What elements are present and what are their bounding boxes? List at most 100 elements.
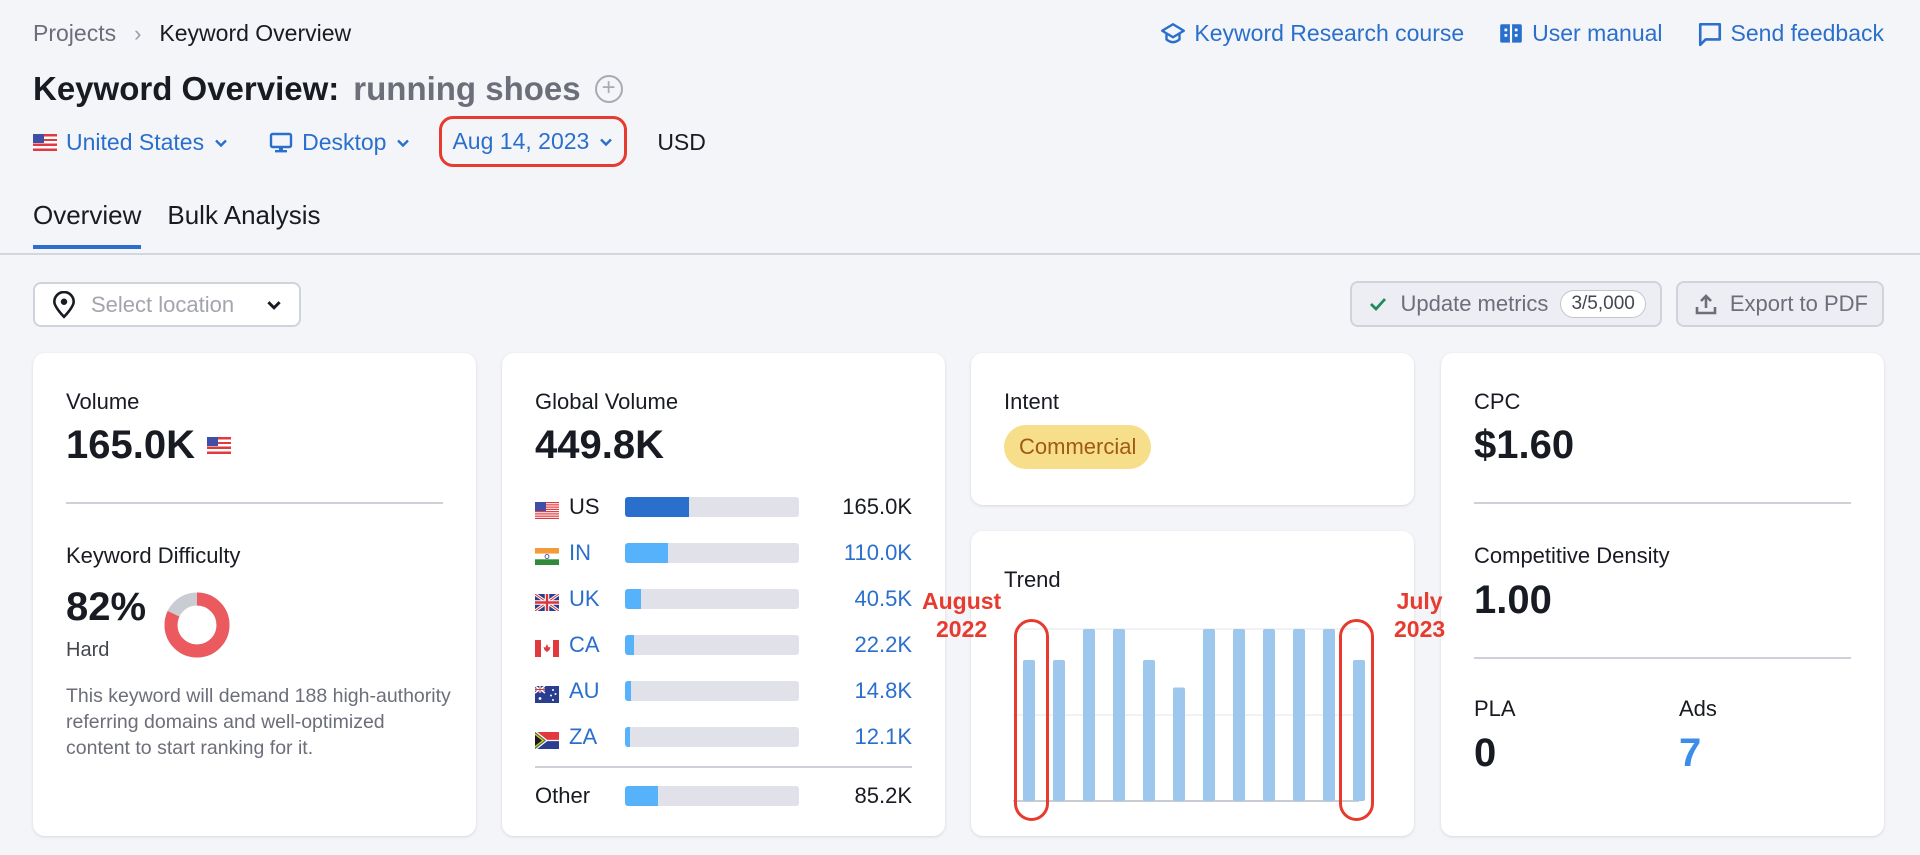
date-label: Aug 14, 2023 xyxy=(452,128,590,154)
export-pdf-label: Export to PDF xyxy=(1729,291,1868,316)
country-volume-value[interactable]: 110.0K xyxy=(844,540,912,566)
device-dropdown[interactable]: Desktop xyxy=(269,129,411,156)
card-divider xyxy=(1474,657,1851,659)
country-volume-bar-fill xyxy=(625,727,630,747)
country-code[interactable]: AU xyxy=(569,678,625,704)
keyword-text: running shoes xyxy=(353,70,581,107)
pla-value: 0 xyxy=(1474,731,1497,775)
intent-label: Intent xyxy=(1004,389,1060,414)
country-volume-list: US 165.0K IN 110.0K UK 40.5K CA 22.2K AU 14.8K ZA 1… xyxy=(534,484,913,760)
country-dropdown[interactable]: United States xyxy=(33,129,229,156)
tabs-divider xyxy=(0,253,1920,255)
difficulty-donut xyxy=(164,592,230,658)
country-volume-value[interactable]: 12.1K xyxy=(855,724,913,750)
upload-icon xyxy=(1695,294,1717,315)
volume-value: 165.0K xyxy=(66,423,195,467)
page-title: Keyword Overview: running shoes + xyxy=(33,70,623,108)
intent-badge: Commercial xyxy=(1004,425,1152,469)
trend-bar-sep-2022[interactable] xyxy=(1053,659,1065,801)
trend-bar-mar-2023[interactable] xyxy=(1233,629,1245,801)
au-flag-icon xyxy=(534,683,559,703)
annotation-start-label: August 2022 xyxy=(922,587,1001,643)
update-metrics-button[interactable]: Update metrics 3/5,000 xyxy=(1350,281,1662,327)
keyword-difficulty-label: Keyword Difficulty xyxy=(66,543,241,568)
global-volume-value: 449.8K xyxy=(535,423,664,467)
global-volume-card: Global Volume 449.8K US 165.0K IN 110.0K UK 4… xyxy=(502,353,945,836)
us-flag-icon xyxy=(206,437,231,454)
country-volume-bar-fill xyxy=(625,543,668,563)
country-code[interactable]: CA xyxy=(569,632,625,658)
tab-bulk-analysis[interactable]: Bulk Analysis xyxy=(167,200,320,249)
country-label: United States xyxy=(66,129,205,155)
page-title-prefix: Keyword Overview: xyxy=(33,70,340,107)
country-code: US xyxy=(569,494,600,519)
country-code[interactable]: ZA xyxy=(569,724,625,750)
location-select[interactable]: Select location xyxy=(33,282,301,327)
other-value: 85.2K xyxy=(854,783,913,808)
intent-card: Intent Commercial xyxy=(971,353,1414,505)
country-volume-value[interactable]: 40.5K xyxy=(855,586,913,612)
currency-label: USD xyxy=(657,129,706,155)
breadcrumb-projects-link[interactable]: Projects xyxy=(33,20,116,47)
annotation-start-line2: 2022 xyxy=(936,616,988,642)
country-volume-value[interactable]: 22.2K xyxy=(855,632,913,658)
trend-bar-jan-2023[interactable] xyxy=(1173,687,1185,801)
ads-label: Ads xyxy=(1679,696,1717,721)
filters-bar: United States Desktop Aug 14, 2023 USD xyxy=(33,116,706,167)
annotation-end-line2: 2023 xyxy=(1394,616,1446,642)
book-icon xyxy=(1500,23,1522,43)
graduation-cap-icon xyxy=(1161,22,1186,43)
country-volume-bar xyxy=(625,497,799,517)
annotation-end-line1: July xyxy=(1396,588,1443,614)
country-volume-value: 165.0K xyxy=(842,494,912,519)
ads-value-link[interactable]: 7 xyxy=(1679,731,1701,776)
difficulty-description: This keyword will demand 188 high-author… xyxy=(66,685,451,759)
trend-bar-may-2023[interactable] xyxy=(1293,629,1305,801)
country-volume-bar xyxy=(625,589,799,609)
country-volume-value[interactable]: 14.8K xyxy=(855,678,913,704)
volume-label: Volume xyxy=(66,389,140,414)
annotation-ring-start xyxy=(1014,619,1049,821)
other-label: Other xyxy=(535,783,591,808)
annotation-start-line1: August xyxy=(922,588,1002,614)
chat-bubble-icon xyxy=(1698,22,1721,46)
trend-bar-dec-2022[interactable] xyxy=(1143,659,1155,801)
user-manual-link[interactable]: User manual xyxy=(1498,20,1663,47)
send-feedback-link[interactable]: Send feedback xyxy=(1697,20,1884,47)
location-placeholder: Select location xyxy=(91,291,235,317)
us-flag-icon xyxy=(33,134,57,151)
trend-bar-oct-2022[interactable] xyxy=(1083,629,1095,801)
trend-bar-apr-2023[interactable] xyxy=(1263,629,1275,801)
in-flag-icon xyxy=(535,545,559,565)
chevron-down-icon xyxy=(600,138,613,146)
date-dropdown[interactable]: Aug 14, 2023 xyxy=(439,116,628,167)
card-divider xyxy=(535,766,912,768)
trend-bar-nov-2022[interactable] xyxy=(1113,629,1125,801)
country-volume-row-ca: CA 22.2K xyxy=(535,622,912,668)
export-pdf-button[interactable]: Export to PDF xyxy=(1675,281,1884,327)
country-volume-row-us: US 165.0K xyxy=(535,484,912,530)
country-volume-row-au: AU 14.8K xyxy=(534,668,913,714)
breadcrumb-current: Keyword Overview xyxy=(159,20,352,46)
uk-flag-icon xyxy=(534,591,560,612)
annotation-ring-end xyxy=(1339,619,1374,821)
competitive-density-label: Competitive Density xyxy=(1474,543,1670,568)
keyword-research-course-link[interactable]: Keyword Research course xyxy=(1160,20,1464,47)
trend-bar-feb-2023[interactable] xyxy=(1203,629,1215,801)
user-manual-label: User manual xyxy=(1532,20,1663,46)
tab-overview[interactable]: Overview xyxy=(33,200,142,249)
breadcrumb: Projects › Keyword Overview xyxy=(33,20,351,47)
trend-bar-jun-2023[interactable] xyxy=(1323,629,1335,801)
country-volume-row-za: ZA 12.1K xyxy=(534,714,913,760)
device-label: Desktop xyxy=(302,129,387,155)
send-feedback-label: Send feedback xyxy=(1730,20,1884,46)
country-code[interactable]: UK xyxy=(569,586,625,612)
add-keyword-icon[interactable]: + xyxy=(594,75,623,103)
card-divider xyxy=(66,502,443,504)
country-code[interactable]: IN xyxy=(569,540,625,566)
location-pin-icon xyxy=(53,290,75,319)
pla-label: PLA xyxy=(1474,696,1516,721)
country-volume-bar xyxy=(625,543,799,563)
annotation-end-label: July 2023 xyxy=(1394,587,1445,643)
card-divider xyxy=(1474,502,1851,504)
